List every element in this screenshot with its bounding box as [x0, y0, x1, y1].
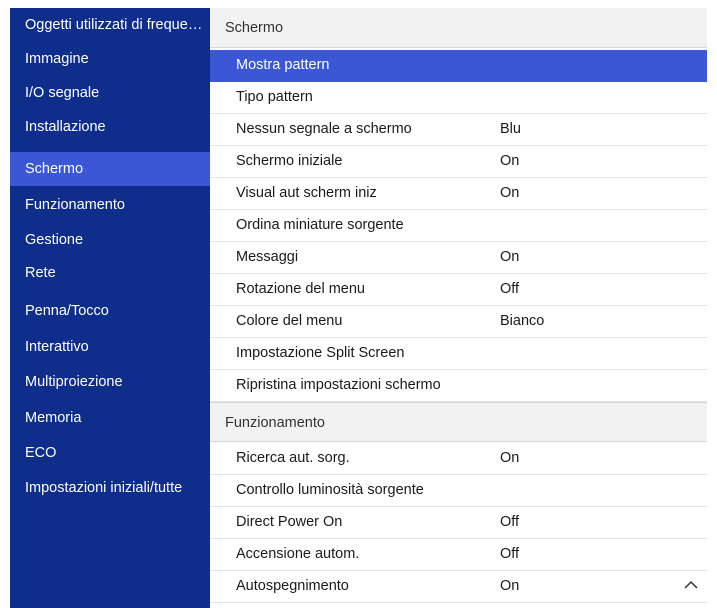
sidebar: Oggetti utilizzati di frequenza Immagine… [10, 8, 210, 608]
setting-row-rotazione-menu[interactable]: Rotazione del menu Off [210, 274, 707, 306]
setting-value: Blu [500, 121, 521, 137]
sidebar-item-funzionamento[interactable]: Funzionamento [10, 188, 210, 222]
setting-value: On [500, 185, 520, 201]
setting-row-direct-power-on[interactable]: Direct Power On Off [210, 507, 707, 539]
setting-label: Colore del menu [236, 313, 343, 329]
sidebar-item-io-segnale[interactable]: I/O segnale [10, 76, 210, 110]
setting-label: Ripristina impostazioni schermo [236, 377, 441, 393]
setting-row-tipo-pattern[interactable]: Tipo pattern [210, 82, 707, 114]
setting-value: Off [500, 546, 520, 562]
setting-label: Accensione autom. [236, 546, 360, 562]
setting-label: Controllo luminosità sorgente [236, 482, 424, 498]
sidebar-item-gestione[interactable]: Gestione [10, 223, 210, 257]
setting-value: Off [500, 514, 520, 530]
setting-label: Ordina miniature sorgente [236, 217, 404, 233]
sidebar-item-memoria[interactable]: Memoria [10, 401, 210, 435]
sidebar-item-impostazioni-iniziali[interactable]: Impostazioni iniziali/tutte [10, 471, 210, 505]
setting-row-split-screen[interactable]: Impostazione Split Screen [210, 338, 707, 370]
projector-menu: Oggetti utilizzati di frequenza Immagine… [10, 8, 707, 608]
setting-row-ricerca-aut[interactable]: Ricerca aut. sorg. On [210, 443, 707, 475]
section-header-schermo: Schermo [210, 8, 707, 48]
setting-label: Direct Power On [236, 514, 343, 530]
sidebar-item-interattivo[interactable]: Interattivo [10, 330, 210, 364]
setting-row-next-partial [210, 603, 707, 608]
setting-label: Ricerca aut. sorg. [236, 450, 350, 466]
setting-row-autospegnimento[interactable]: Autospegnimento On [210, 571, 707, 603]
setting-label: Rotazione del menu [236, 281, 365, 297]
sidebar-item-penna-tocco[interactable]: Penna/Tocco [10, 294, 210, 328]
setting-value: On [500, 578, 520, 594]
sidebar-item-installazione[interactable]: Installazione [10, 110, 210, 144]
setting-row-schermo-iniziale[interactable]: Schermo iniziale On [210, 146, 707, 178]
sidebar-item-immagine[interactable]: Immagine [10, 42, 210, 76]
setting-value: On [500, 450, 520, 466]
section-header-funzionamento: Funzionamento [210, 402, 707, 442]
chevron-up-icon[interactable] [683, 577, 699, 593]
setting-label: Tipo pattern [236, 89, 313, 105]
setting-row-colore-menu[interactable]: Colore del menu Bianco [210, 306, 707, 338]
setting-label: Impostazione Split Screen [236, 345, 405, 361]
setting-row-nessun-segnale[interactable]: Nessun segnale a schermo Blu [210, 114, 707, 146]
setting-value: On [500, 249, 520, 265]
setting-label: Visual aut scherm iniz [236, 185, 377, 201]
sidebar-item-multiproiezione[interactable]: Multiproiezione [10, 365, 210, 399]
setting-label: Autospegnimento [236, 578, 349, 594]
setting-value: Bianco [500, 313, 545, 329]
setting-row-ripristina[interactable]: Ripristina impostazioni schermo [210, 370, 707, 402]
setting-label: Mostra pattern [236, 57, 330, 73]
setting-label: Schermo iniziale [236, 153, 343, 169]
sidebar-item-rete[interactable]: Rete [10, 256, 210, 290]
setting-row-mostra-pattern[interactable]: Mostra pattern [210, 50, 707, 82]
settings-panel: Schermo Mostra pattern Tipo pattern Ness… [210, 8, 707, 608]
setting-row-ordina-miniature[interactable]: Ordina miniature sorgente [210, 210, 707, 242]
setting-row-visual-aut-scherm[interactable]: Visual aut scherm iniz On [210, 178, 707, 210]
setting-label: Messaggi [236, 249, 299, 265]
sidebar-item-frequent[interactable]: Oggetti utilizzati di frequenza [10, 8, 210, 42]
setting-row-messaggi[interactable]: Messaggi On [210, 242, 707, 274]
setting-value: On [500, 153, 520, 169]
setting-value: Off [500, 281, 520, 297]
setting-label: Nessun segnale a schermo [236, 121, 412, 137]
sidebar-item-eco[interactable]: ECO [10, 436, 210, 470]
setting-row-accensione-autom[interactable]: Accensione autom. Off [210, 539, 707, 571]
sidebar-item-schermo[interactable]: Schermo [10, 152, 210, 186]
setting-row-controllo-luminosita[interactable]: Controllo luminosità sorgente [210, 475, 707, 507]
